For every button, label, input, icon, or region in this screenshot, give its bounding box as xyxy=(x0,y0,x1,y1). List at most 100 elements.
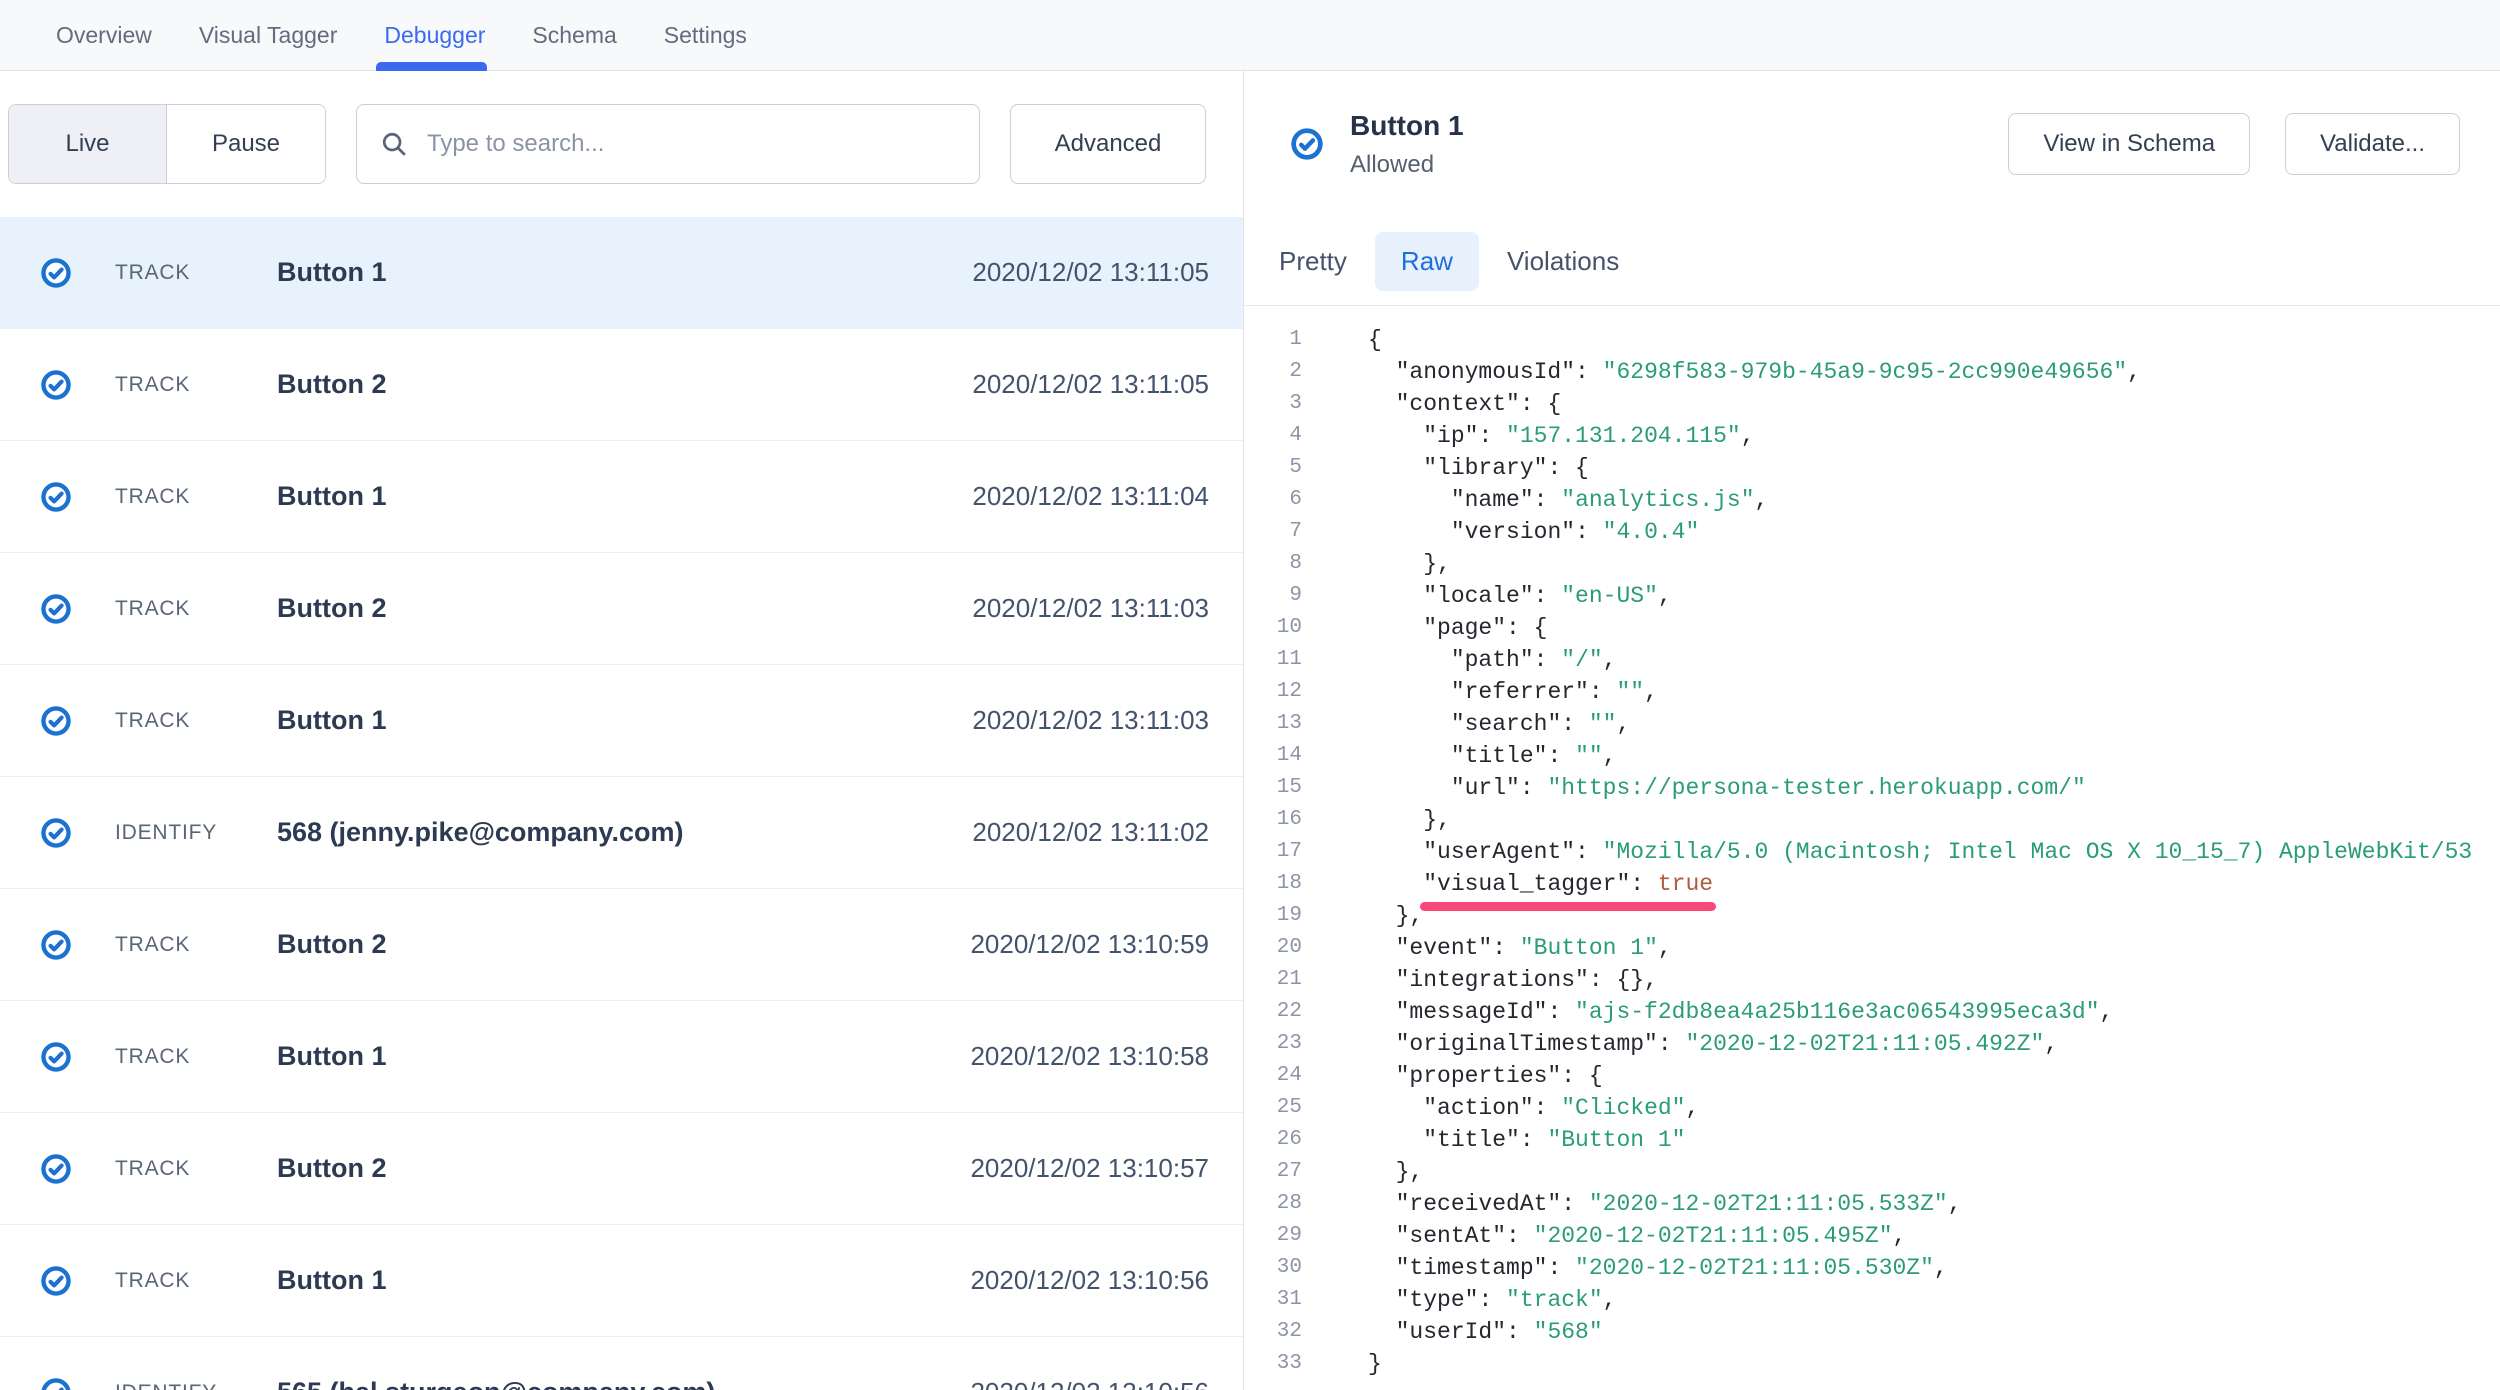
line-number: 2 xyxy=(1264,356,1302,388)
code-content: "ip": "157.131.204.115", xyxy=(1368,420,1755,452)
tab-visual-tagger[interactable]: Visual Tagger xyxy=(199,0,338,70)
event-stream-toolbar: Live Pause Advanced xyxy=(0,71,1243,217)
event-row[interactable]: TRACKButton 12020/12/02 13:10:58 xyxy=(0,1001,1243,1113)
check-circle-icon xyxy=(40,369,72,401)
line-number: 30 xyxy=(1264,1252,1302,1284)
search-input[interactable] xyxy=(427,130,957,158)
code-line: 26 "title": "Button 1" xyxy=(1244,1124,2500,1156)
search-box[interactable] xyxy=(356,104,980,184)
event-row[interactable]: TRACKButton 22020/12/02 13:11:03 xyxy=(0,553,1243,665)
event-timestamp: 2020/12/02 13:10:58 xyxy=(970,1041,1209,1072)
code-line: 28 "receivedAt": "2020-12-02T21:11:05.53… xyxy=(1244,1188,2500,1220)
code-content: "integrations": {}, xyxy=(1368,964,1658,996)
advanced-button[interactable]: Advanced xyxy=(1010,104,1206,184)
event-type: TRACK xyxy=(115,709,277,733)
code-line: 2 "anonymousId": "6298f583-979b-45a9-9c9… xyxy=(1244,356,2500,388)
event-row[interactable]: TRACKButton 12020/12/02 13:10:56 xyxy=(0,1225,1243,1337)
code-line: 30 "timestamp": "2020-12-02T21:11:05.530… xyxy=(1244,1252,2500,1284)
check-circle-icon xyxy=(40,257,72,289)
detail-tab-raw[interactable]: Raw xyxy=(1375,232,1479,291)
code-line: 8 }, xyxy=(1244,548,2500,580)
event-row[interactable]: TRACKButton 22020/12/02 13:10:57 xyxy=(0,1113,1243,1225)
check-circle-icon xyxy=(1290,127,1324,161)
code-line: 33} xyxy=(1244,1348,2500,1380)
check-circle-icon xyxy=(40,593,72,625)
tab-debugger[interactable]: Debugger xyxy=(384,0,485,70)
code-line: 32 "userId": "568" xyxy=(1244,1316,2500,1348)
code-content: "anonymousId": "6298f583-979b-45a9-9c95-… xyxy=(1368,356,2141,388)
event-timestamp: 2020/12/02 13:10:56 xyxy=(970,1377,1209,1390)
event-row[interactable]: TRACKButton 12020/12/02 13:11:05 xyxy=(0,217,1243,329)
code-line: 15 "url": "https://persona-tester.heroku… xyxy=(1244,772,2500,804)
code-content: "receivedAt": "2020-12-02T21:11:05.533Z"… xyxy=(1368,1188,1962,1220)
pause-button[interactable]: Pause xyxy=(167,105,325,183)
event-name: 568 (jenny.pike@company.com) xyxy=(277,817,972,848)
line-number: 7 xyxy=(1264,516,1302,548)
line-number: 33 xyxy=(1264,1348,1302,1380)
code-content: "locale": "en-US", xyxy=(1368,580,1672,612)
code-line: 5 "library": { xyxy=(1244,452,2500,484)
event-detail-panel: Button 1 Allowed View in Schema Validate… xyxy=(1244,71,2500,1390)
code-line: 25 "action": "Clicked", xyxy=(1244,1092,2500,1124)
event-row[interactable]: TRACKButton 12020/12/02 13:11:03 xyxy=(0,665,1243,777)
raw-json-viewer: 1{2 "anonymousId": "6298f583-979b-45a9-9… xyxy=(1244,306,2500,1390)
code-line: 16 }, xyxy=(1244,804,2500,836)
event-timestamp: 2020/12/02 13:11:02 xyxy=(972,817,1209,848)
line-number: 26 xyxy=(1264,1124,1302,1156)
code-content: "sentAt": "2020-12-02T21:11:05.495Z", xyxy=(1368,1220,1906,1252)
event-timestamp: 2020/12/02 13:10:56 xyxy=(970,1265,1209,1296)
code-content: "page": { xyxy=(1368,612,1547,644)
event-title: Button 1 xyxy=(1350,110,1464,142)
line-number: 18 xyxy=(1264,868,1302,900)
code-content: "userId": "568" xyxy=(1368,1316,1603,1348)
tab-overview[interactable]: Overview xyxy=(56,0,152,70)
line-number: 8 xyxy=(1264,548,1302,580)
event-row[interactable]: TRACKButton 12020/12/02 13:11:04 xyxy=(0,441,1243,553)
code-line: 4 "ip": "157.131.204.115", xyxy=(1244,420,2500,452)
code-content: }, xyxy=(1368,804,1451,836)
event-name: Button 2 xyxy=(277,369,972,400)
event-timestamp: 2020/12/02 13:11:04 xyxy=(972,481,1209,512)
event-detail-actions: View in Schema Validate... xyxy=(2008,113,2460,175)
tab-schema[interactable]: Schema xyxy=(532,0,616,70)
event-detail-header: Button 1 Allowed View in Schema Validate… xyxy=(1244,71,2500,217)
line-number: 29 xyxy=(1264,1220,1302,1252)
event-type: IDENTIFY xyxy=(115,821,277,845)
event-row[interactable]: IDENTIFY565 (hal.sturgeon@company.com)20… xyxy=(0,1337,1243,1390)
event-row[interactable]: TRACKButton 22020/12/02 13:11:05 xyxy=(0,329,1243,441)
detail-tab-violations[interactable]: Violations xyxy=(1507,232,1619,291)
check-circle-icon xyxy=(40,705,72,737)
event-name: Button 1 xyxy=(277,481,972,512)
view-in-schema-button[interactable]: View in Schema xyxy=(2008,113,2250,175)
code-content: "path": "/", xyxy=(1368,644,1617,676)
tab-settings[interactable]: Settings xyxy=(664,0,747,70)
check-circle-icon xyxy=(40,1041,72,1073)
event-row[interactable]: TRACKButton 22020/12/02 13:10:59 xyxy=(0,889,1243,1001)
event-type: TRACK xyxy=(115,933,277,957)
live-button[interactable]: Live xyxy=(9,105,167,183)
code-line: 27 }, xyxy=(1244,1156,2500,1188)
code-content: "referrer": "", xyxy=(1368,676,1658,708)
code-line: 18 "visual_tagger": true xyxy=(1244,868,2500,900)
code-content: "properties": { xyxy=(1368,1060,1603,1092)
code-line: 3 "context": { xyxy=(1244,388,2500,420)
event-row[interactable]: IDENTIFY568 (jenny.pike@company.com)2020… xyxy=(0,777,1243,889)
line-number: 3 xyxy=(1264,388,1302,420)
detail-tab-pretty[interactable]: Pretty xyxy=(1279,232,1347,291)
validate-button[interactable]: Validate... xyxy=(2285,113,2460,175)
line-number: 13 xyxy=(1264,708,1302,740)
code-line: 13 "search": "", xyxy=(1244,708,2500,740)
top-nav: Overview Visual Tagger Debugger Schema Setti… xyxy=(0,0,2500,71)
event-name: 565 (hal.sturgeon@company.com) xyxy=(277,1377,970,1390)
code-line: 10 "page": { xyxy=(1244,612,2500,644)
code-line: 14 "title": "", xyxy=(1244,740,2500,772)
code-line: 9 "locale": "en-US", xyxy=(1244,580,2500,612)
line-number: 27 xyxy=(1264,1156,1302,1188)
line-number: 25 xyxy=(1264,1092,1302,1124)
line-number: 15 xyxy=(1264,772,1302,804)
check-circle-icon xyxy=(40,481,72,513)
line-number: 31 xyxy=(1264,1284,1302,1316)
event-name: Button 2 xyxy=(277,593,972,624)
code-line: 17 "userAgent": "Mozilla/5.0 (Macintosh;… xyxy=(1244,836,2500,868)
live-pause-toggle: Live Pause xyxy=(8,104,326,184)
